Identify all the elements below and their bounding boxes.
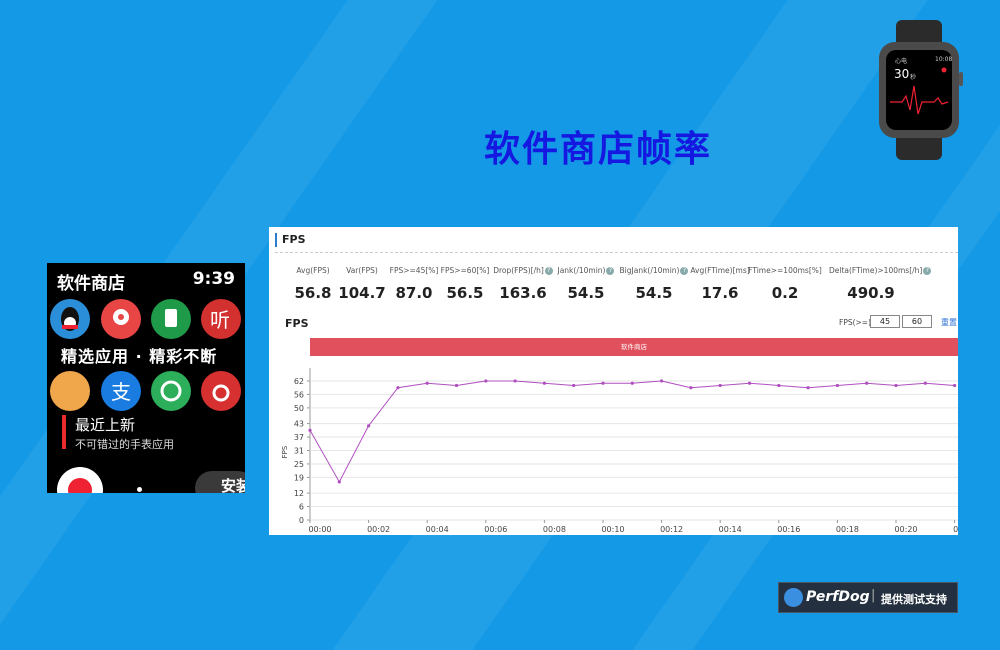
app-icon-green[interactable]	[151, 299, 191, 339]
fps-data-point	[572, 383, 576, 388]
svg-text:听: 听	[210, 308, 230, 332]
stat-label: Jank(/10min)	[557, 266, 606, 275]
y-tick-label: 37	[294, 433, 304, 442]
stat-value: 490.9	[847, 284, 895, 302]
fps-data-point	[747, 381, 752, 385]
x-tick-label: 00:08	[543, 525, 566, 534]
x-tick-label: 00:14	[719, 525, 742, 534]
store-title: 软件商店	[57, 274, 125, 294]
fps-data-point	[689, 386, 693, 390]
x-tick-label: 00:06	[484, 525, 507, 534]
watch-time: 10:08	[935, 56, 953, 63]
app-icon-alipay[interactable]: 支	[101, 371, 141, 411]
y-tick-label: 62	[294, 377, 304, 386]
y-tick-label: 56	[294, 390, 304, 399]
fps-data-point	[865, 381, 869, 385]
fps-data-point	[484, 379, 488, 383]
fps-data-point	[806, 386, 810, 390]
app-icon-new[interactable]	[57, 467, 103, 493]
slide-title: 软件商店帧率	[483, 129, 712, 170]
threshold-label: FPS(>=)	[839, 318, 872, 327]
fps-data-point	[542, 381, 546, 385]
threshold-input-2[interactable]	[902, 315, 932, 328]
x-tick-label: 00:20	[894, 525, 917, 534]
panel-header: FPS	[275, 233, 306, 247]
fps-data-point	[396, 386, 400, 390]
x-tick-label: 00:12	[660, 525, 683, 534]
x-tick-label: 00:00	[308, 525, 331, 534]
stat-label: FTime>=100ms[%]	[748, 266, 822, 275]
y-tick-label: 12	[294, 489, 304, 498]
stat-delta-ftime: Delta(FTime)>100ms[/h]? 490.9	[829, 266, 932, 302]
app-icon-game[interactable]	[50, 371, 90, 411]
fps-data-point	[660, 379, 664, 383]
app-band: 软件商店	[310, 338, 958, 356]
fps-data-point	[953, 383, 957, 388]
fps-data-point	[337, 480, 341, 484]
y-tick-label: 43	[294, 420, 304, 429]
y-tick-label: 31	[294, 446, 304, 455]
fps-data-point	[630, 381, 634, 385]
chart-title: FPS	[285, 317, 309, 330]
dog-icon	[784, 588, 803, 607]
y-tick-label: 19	[294, 473, 304, 482]
y-tick-label: 25	[294, 460, 304, 469]
page-dot	[137, 487, 142, 492]
reset-link[interactable]: 重置	[941, 317, 957, 328]
x-tick-label: 00:22	[953, 525, 958, 534]
app-icon-qq[interactable]	[50, 299, 90, 339]
app-icon-red[interactable]: 听	[201, 299, 241, 339]
svg-text:支: 支	[111, 380, 131, 404]
stat-ftime-100: FTime>=100ms[%] 0.2	[745, 266, 825, 302]
y-tick-label: 6	[299, 503, 304, 512]
app-icon-map[interactable]	[101, 299, 141, 339]
x-tick-label: 00:16	[777, 525, 800, 534]
stat-label: Drop(FPS)[/h]	[493, 266, 544, 275]
install-button[interactable]: 安装	[195, 471, 245, 493]
x-tick-label: 00:10	[601, 525, 624, 534]
stat-value: 0.2	[771, 284, 799, 302]
smartwatch-image: 心电 10:08 30 秒	[874, 20, 964, 160]
brand-name: PerfDog	[806, 589, 870, 605]
perfdog-watermark: PerfDog | 提供测试支持	[778, 582, 958, 613]
stat-label: Delta(FTime)>100ms[/h]	[829, 266, 923, 275]
fps-data-point	[425, 381, 429, 385]
app-icon-music[interactable]	[201, 371, 241, 411]
fps-data-point	[923, 381, 927, 385]
fps-data-point	[835, 383, 840, 388]
fps-line-chart: 0 6 12 19 25 31 37 43 50 56 62 FPS 00:00 00:02 00:04 00…	[281, 368, 958, 534]
section-accent	[62, 415, 66, 449]
help-icon[interactable]: ?	[923, 267, 932, 275]
recent-section-subtitle: 不可错过的手表应用	[75, 438, 174, 451]
fps-data-point	[454, 383, 459, 388]
watermark-text: 提供测试支持	[881, 593, 947, 606]
fps-data-point	[367, 424, 371, 428]
y-tick-label: 0	[299, 516, 304, 525]
watch-label: 心电	[895, 58, 908, 65]
recent-section-title: 最近上新	[75, 416, 136, 434]
fps-data-point	[308, 428, 312, 432]
watch-unit: 秒	[910, 74, 917, 81]
fps-data-point	[601, 381, 605, 385]
separator: |	[871, 588, 876, 603]
fps-data-point	[513, 379, 517, 383]
fps-data-point	[718, 383, 722, 388]
app-screenshot: 软件商店 9:39 听 精选应用 · 精彩不断 支 最近上新 不可错过的手表应用…	[47, 263, 245, 493]
status-time: 9:39	[192, 269, 235, 289]
y-axis-label: FPS	[281, 445, 289, 458]
x-tick-label: 00:04	[426, 525, 449, 534]
app-icon-green-2[interactable]	[151, 371, 191, 411]
y-tick-label: 50	[294, 404, 304, 413]
x-tick-label: 00:18	[836, 525, 859, 534]
fps-data-point	[894, 383, 898, 388]
watch-heart-value: 30	[894, 67, 910, 81]
fps-report-panel: FPS Avg(FPS) 56.8 Var(FPS) 104.7 FPS>=45…	[269, 227, 958, 535]
store-banner: 精选应用 · 精彩不断	[61, 347, 218, 366]
x-tick-label: 00:02	[367, 525, 390, 534]
stat-label: BigJank(/10min)	[619, 266, 680, 275]
threshold-input-1[interactable]	[870, 315, 900, 328]
divider	[275, 252, 958, 253]
fps-data-point	[777, 383, 781, 388]
fps-series-line	[309, 380, 955, 483]
